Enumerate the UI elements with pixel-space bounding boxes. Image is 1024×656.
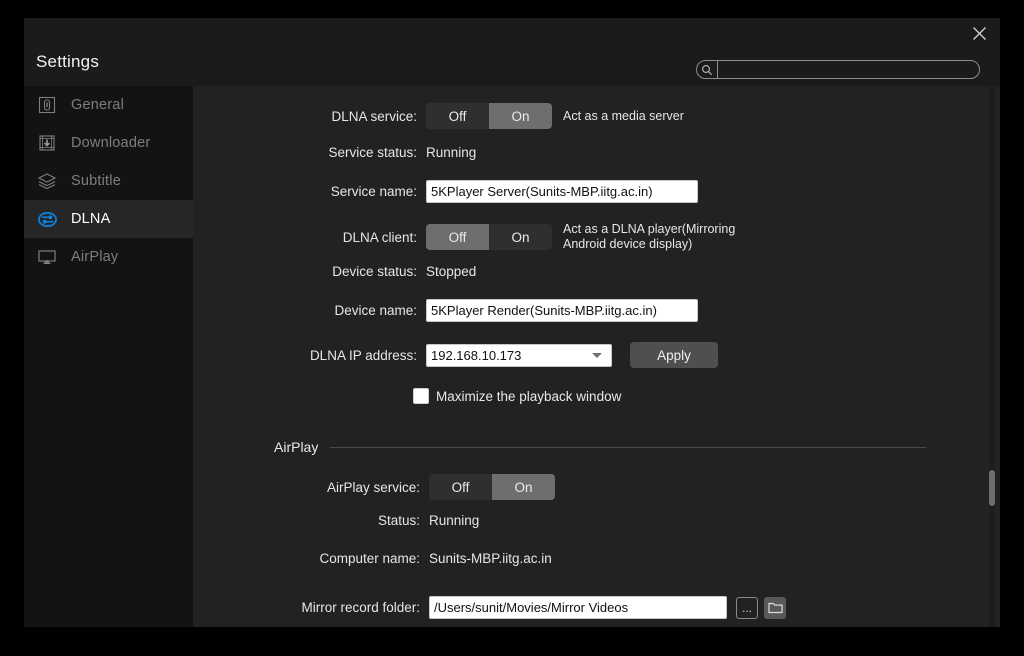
service-name-row: Service name:: [193, 180, 803, 203]
sidebar-item-airplay[interactable]: AirPlay: [24, 238, 193, 276]
dlna-service-hint: Act as a media server: [563, 108, 684, 123]
apply-button[interactable]: Apply: [630, 342, 718, 368]
dlna-client-hint: Act as a DLNA player(Mirroring Android d…: [563, 222, 736, 251]
sidebar-item-downloader[interactable]: Downloader: [24, 124, 193, 162]
sidebar-item-label: General: [71, 97, 124, 113]
dlna-client-option-on[interactable]: On: [489, 224, 552, 250]
computer-name-value: Sunits-MBP.iitg.ac.in: [429, 551, 552, 566]
service-name-label: Service name:: [330, 184, 417, 199]
maximize-checkbox-row: Maximize the playback window: [413, 388, 753, 404]
airplay-status-label: Status:: [377, 513, 420, 528]
title-bar: Settings: [24, 18, 1000, 86]
dlna-service-label: DLNA service:: [331, 108, 417, 124]
sidebar: General Downloader Subtitle DLNA AirPlay: [24, 86, 193, 627]
page-title: Settings: [36, 52, 100, 71]
airplay-status-value: Running: [429, 513, 480, 528]
computer-name-label: Computer name:: [319, 551, 420, 566]
close-icon[interactable]: [966, 20, 992, 46]
downloader-icon: [36, 132, 58, 154]
airplay-icon: [36, 246, 58, 268]
scrollbar-track[interactable]: [989, 86, 995, 627]
dlna-client-row: DLNA client: Off On Act as a DLNA player…: [193, 222, 933, 252]
dlna-client-label: DLNA client:: [342, 229, 417, 245]
device-name-label: Device name:: [334, 303, 417, 318]
service-status-row: Service status: Running: [193, 145, 693, 160]
airplay-service-option-off[interactable]: Off: [429, 474, 492, 500]
sidebar-item-label: AirPlay: [71, 249, 119, 265]
airplay-section-header: AirPlay: [274, 439, 926, 455]
search-bar[interactable]: [696, 60, 980, 79]
service-name-input[interactable]: [426, 180, 698, 203]
dlna-client-toggle[interactable]: Off On: [426, 224, 552, 250]
device-status-value: Stopped: [426, 264, 477, 279]
sidebar-item-dlna[interactable]: DLNA: [24, 200, 193, 238]
dlna-client-option-off[interactable]: Off: [426, 224, 489, 250]
dlna-icon: [36, 208, 58, 230]
maximize-checkbox-label: Maximize the playback window: [436, 388, 622, 404]
dlna-service-toggle[interactable]: Off On: [426, 103, 552, 129]
airplay-service-toggle[interactable]: Off On: [429, 474, 555, 500]
scrollbar-thumb[interactable]: [989, 470, 995, 506]
sidebar-item-general[interactable]: General: [24, 86, 193, 124]
airplay-status-row: Status: Running: [193, 513, 693, 528]
device-status-row: Device status: Stopped: [193, 264, 693, 279]
airplay-service-label: AirPlay service:: [326, 479, 420, 495]
settings-content: DLNA service: Off On Act as a media serv…: [193, 86, 1000, 627]
device-name-input[interactable]: [426, 299, 698, 322]
settings-window: Settings General Downloader Subtitle DLN…: [24, 18, 1000, 627]
airplay-service-option-on[interactable]: On: [492, 474, 555, 500]
folder-icon[interactable]: [764, 596, 786, 619]
general-icon: [36, 94, 58, 116]
dlna-service-option-on[interactable]: On: [489, 103, 552, 129]
chevron-down-icon: [591, 346, 603, 364]
mirror-folder-label: Mirror record folder:: [301, 600, 420, 615]
search-input[interactable]: [718, 61, 979, 78]
dlna-ip-label: DLNA IP address:: [309, 347, 417, 363]
sidebar-item-subtitle[interactable]: Subtitle: [24, 162, 193, 200]
sidebar-item-label: Subtitle: [71, 173, 121, 189]
scroll-area: DLNA service: Off On Act as a media serv…: [193, 86, 1000, 627]
device-name-row: Device name:: [193, 299, 803, 322]
dlna-ip-row: DLNA IP address: 192.168.10.173 Apply: [193, 342, 833, 368]
sidebar-item-label: DLNA: [71, 211, 111, 227]
service-status-label: Service status:: [328, 145, 417, 160]
device-status-label: Device status:: [332, 264, 417, 279]
airplay-service-row: AirPlay service: Off On: [193, 474, 693, 500]
section-divider: [330, 446, 926, 448]
computer-name-row: Computer name: Sunits-MBP.iitg.ac.in: [193, 551, 733, 566]
dlna-ip-value: 192.168.10.173: [431, 347, 522, 363]
service-status-value: Running: [426, 145, 477, 160]
dlna-service-row: DLNA service: Off On Act as a media serv…: [193, 103, 923, 129]
subtitle-icon: [36, 170, 58, 192]
mirror-folder-input[interactable]: [429, 596, 727, 619]
mirror-folder-row: Mirror record folder: ...: [193, 596, 893, 619]
maximize-checkbox[interactable]: [413, 388, 429, 404]
dlna-ip-dropdown[interactable]: 192.168.10.173: [426, 343, 612, 367]
search-icon: [697, 61, 717, 78]
airplay-section-title: AirPlay: [274, 439, 319, 455]
mirror-folder-browse-button[interactable]: ...: [736, 596, 758, 619]
sidebar-item-label: Downloader: [71, 135, 151, 151]
dlna-service-option-off[interactable]: Off: [426, 103, 489, 129]
